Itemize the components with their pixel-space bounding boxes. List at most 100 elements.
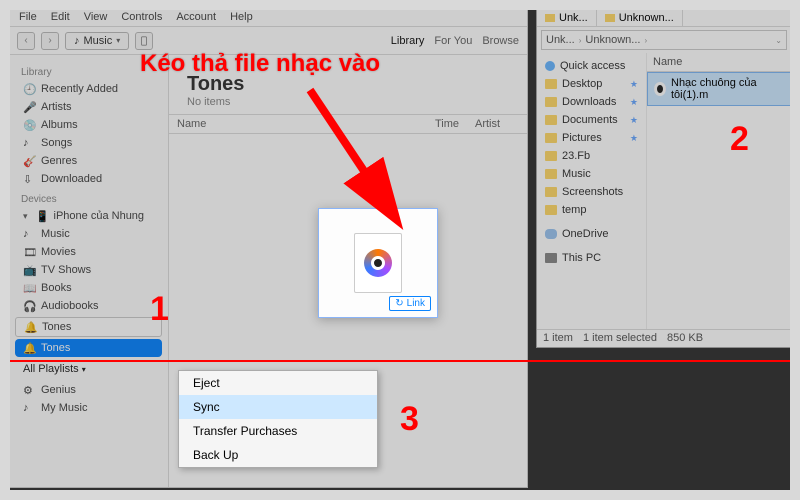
tree-downloads[interactable]: Downloads★: [537, 93, 646, 111]
folder-icon: [545, 79, 557, 89]
note-icon: ♪: [23, 402, 35, 414]
back-button[interactable]: ‹: [17, 32, 35, 50]
sidebar-item-dev-movies[interactable]: 🎞Movies: [9, 243, 168, 261]
clock-icon: 🕘: [23, 83, 35, 95]
explorer-tab-1[interactable]: Unk...: [537, 9, 597, 26]
sidebar-item-recently-added[interactable]: 🕘Recently Added: [9, 80, 168, 98]
section-library: Library: [9, 65, 168, 80]
pin-icon: ★: [630, 97, 638, 108]
forward-button[interactable]: ›: [41, 32, 59, 50]
device-button[interactable]: [135, 32, 153, 50]
sidebar-item-dev-tv[interactable]: 📺TV Shows: [9, 261, 168, 279]
explorer-tabs: Unk... Unknown...: [537, 9, 791, 27]
tv-icon: 📺: [23, 264, 35, 276]
menu-controls[interactable]: Controls: [121, 11, 162, 24]
menu-account[interactable]: Account: [176, 11, 216, 24]
sidebar-item-downloaded[interactable]: ⇩Downloaded: [9, 170, 168, 188]
sidebar-item-dev-audiobooks[interactable]: 🎧Audiobooks: [9, 297, 168, 315]
folder-icon: [545, 14, 555, 22]
sidebar-item-dev-books[interactable]: 📖Books: [9, 279, 168, 297]
pc-icon: [545, 253, 557, 263]
tree-documents[interactable]: Documents★: [537, 111, 646, 129]
sidebar: Library 🕘Recently Added 🎤Artists 💿Albums…: [9, 55, 169, 487]
status-size: 850 KB: [667, 332, 703, 345]
folder-icon: [545, 97, 557, 107]
sidebar-item-dev-tones[interactable]: 🔔 Tones: [15, 317, 162, 337]
tab-browse[interactable]: Browse: [482, 35, 519, 47]
itunes-menubar: File Edit View Controls Account Help: [9, 9, 527, 27]
bell-icon: 🔔: [23, 342, 35, 354]
media-picker[interactable]: ♪ Music ▾: [65, 32, 129, 50]
folder-icon: [545, 115, 557, 125]
tree-onedrive[interactable]: OneDrive: [537, 225, 646, 243]
pin-icon: ★: [630, 133, 638, 144]
folder-icon: [545, 169, 557, 179]
ctx-transfer[interactable]: Transfer Purchases: [179, 419, 377, 443]
col-name[interactable]: Name: [169, 115, 417, 133]
file-row[interactable]: Nhạc chuông của tôi(1).m: [647, 72, 791, 106]
chevron-down-icon: ▾: [82, 365, 86, 374]
page-title: Tones: [187, 73, 527, 96]
folder-icon: [605, 14, 615, 22]
chevron-right-icon: ›: [579, 36, 582, 45]
triangle-down-icon[interactable]: ▾: [23, 211, 28, 222]
sidebar-item-mymusic[interactable]: ♪My Music: [9, 399, 168, 417]
tree-screenshots[interactable]: Screenshots: [537, 183, 646, 201]
cloud-icon: [545, 229, 557, 239]
col-artist[interactable]: Artist: [467, 115, 527, 133]
sidebar-item-genres[interactable]: 🎸Genres: [9, 152, 168, 170]
chevron-down-icon: ▾: [116, 36, 120, 45]
download-icon: ⇩: [23, 173, 35, 185]
tree-pictures[interactable]: Pictures★: [537, 129, 646, 147]
tree-23fb[interactable]: 23.Fb: [537, 147, 646, 165]
tree-music[interactable]: Music: [537, 165, 646, 183]
tree-temp[interactable]: temp: [537, 201, 646, 219]
sidebar-item-artists[interactable]: 🎤Artists: [9, 98, 168, 116]
star-icon: [545, 61, 555, 71]
tree-quick-access[interactable]: Quick access: [537, 57, 646, 75]
tab-library[interactable]: Library: [391, 35, 425, 47]
link-badge: ↻ Link: [389, 296, 431, 311]
menu-file[interactable]: File: [19, 11, 37, 24]
explorer-nav-tree: Quick access Desktop★ Downloads★ Documen…: [537, 53, 647, 329]
explorer-address-bar[interactable]: Unk... › Unknown... › ⌄: [541, 30, 787, 50]
all-playlists-toggle[interactable]: All Playlists ▾: [9, 357, 168, 381]
menu-help[interactable]: Help: [230, 11, 253, 24]
bell-icon: 🔔: [24, 321, 36, 333]
explorer-tab-2[interactable]: Unknown...: [597, 9, 683, 26]
folder-icon: [545, 151, 557, 161]
sidebar-item-dev-music[interactable]: ♪Music: [9, 225, 168, 243]
view-tabs: Library For You Browse: [391, 35, 519, 47]
menu-view[interactable]: View: [84, 11, 108, 24]
pin-icon: ★: [630, 79, 638, 90]
col-time[interactable]: Time: [417, 115, 467, 133]
sidebar-item-device[interactable]: ▾ 📱 iPhone của Nhung: [9, 207, 168, 225]
section-devices: Devices: [9, 192, 168, 207]
menu-edit[interactable]: Edit: [51, 11, 70, 24]
explorer-col-name[interactable]: Name: [647, 53, 791, 72]
ctx-backup[interactable]: Back Up: [179, 443, 377, 467]
status-count: 1 item: [543, 332, 573, 345]
drag-ghost: ↻ Link: [318, 208, 438, 318]
pin-icon: ★: [630, 115, 638, 126]
tree-desktop[interactable]: Desktop★: [537, 75, 646, 93]
sidebar-item-dev-tones-selected[interactable]: 🔔 Tones: [15, 339, 162, 357]
gear-icon: ⚙: [23, 384, 35, 396]
chevron-down-icon[interactable]: ⌄: [775, 36, 782, 45]
file-name: Nhạc chuông của tôi(1).m: [671, 77, 784, 101]
tab-foryou[interactable]: For You: [434, 35, 472, 47]
sidebar-item-songs[interactable]: ♪Songs: [9, 134, 168, 152]
device-context-menu: Eject Sync Transfer Purchases Back Up: [178, 370, 378, 468]
status-selected: 1 item selected: [583, 332, 657, 345]
guitar-icon: 🎸: [23, 155, 35, 167]
tree-thispc[interactable]: This PC: [537, 249, 646, 267]
itunes-toolbar: ‹ › ♪ Music ▾ Library For You Browse: [9, 27, 527, 55]
sidebar-item-albums[interactable]: 💿Albums: [9, 116, 168, 134]
column-headers: Name Time Artist: [169, 114, 527, 134]
sidebar-item-genius[interactable]: ⚙Genius: [9, 381, 168, 399]
ctx-sync[interactable]: Sync: [179, 395, 377, 419]
explorer-status-bar: 1 item 1 item selected 850 KB: [537, 329, 791, 347]
ctx-eject[interactable]: Eject: [179, 371, 377, 395]
phone-icon: 📱: [36, 210, 48, 222]
media-picker-label: Music: [84, 35, 113, 47]
